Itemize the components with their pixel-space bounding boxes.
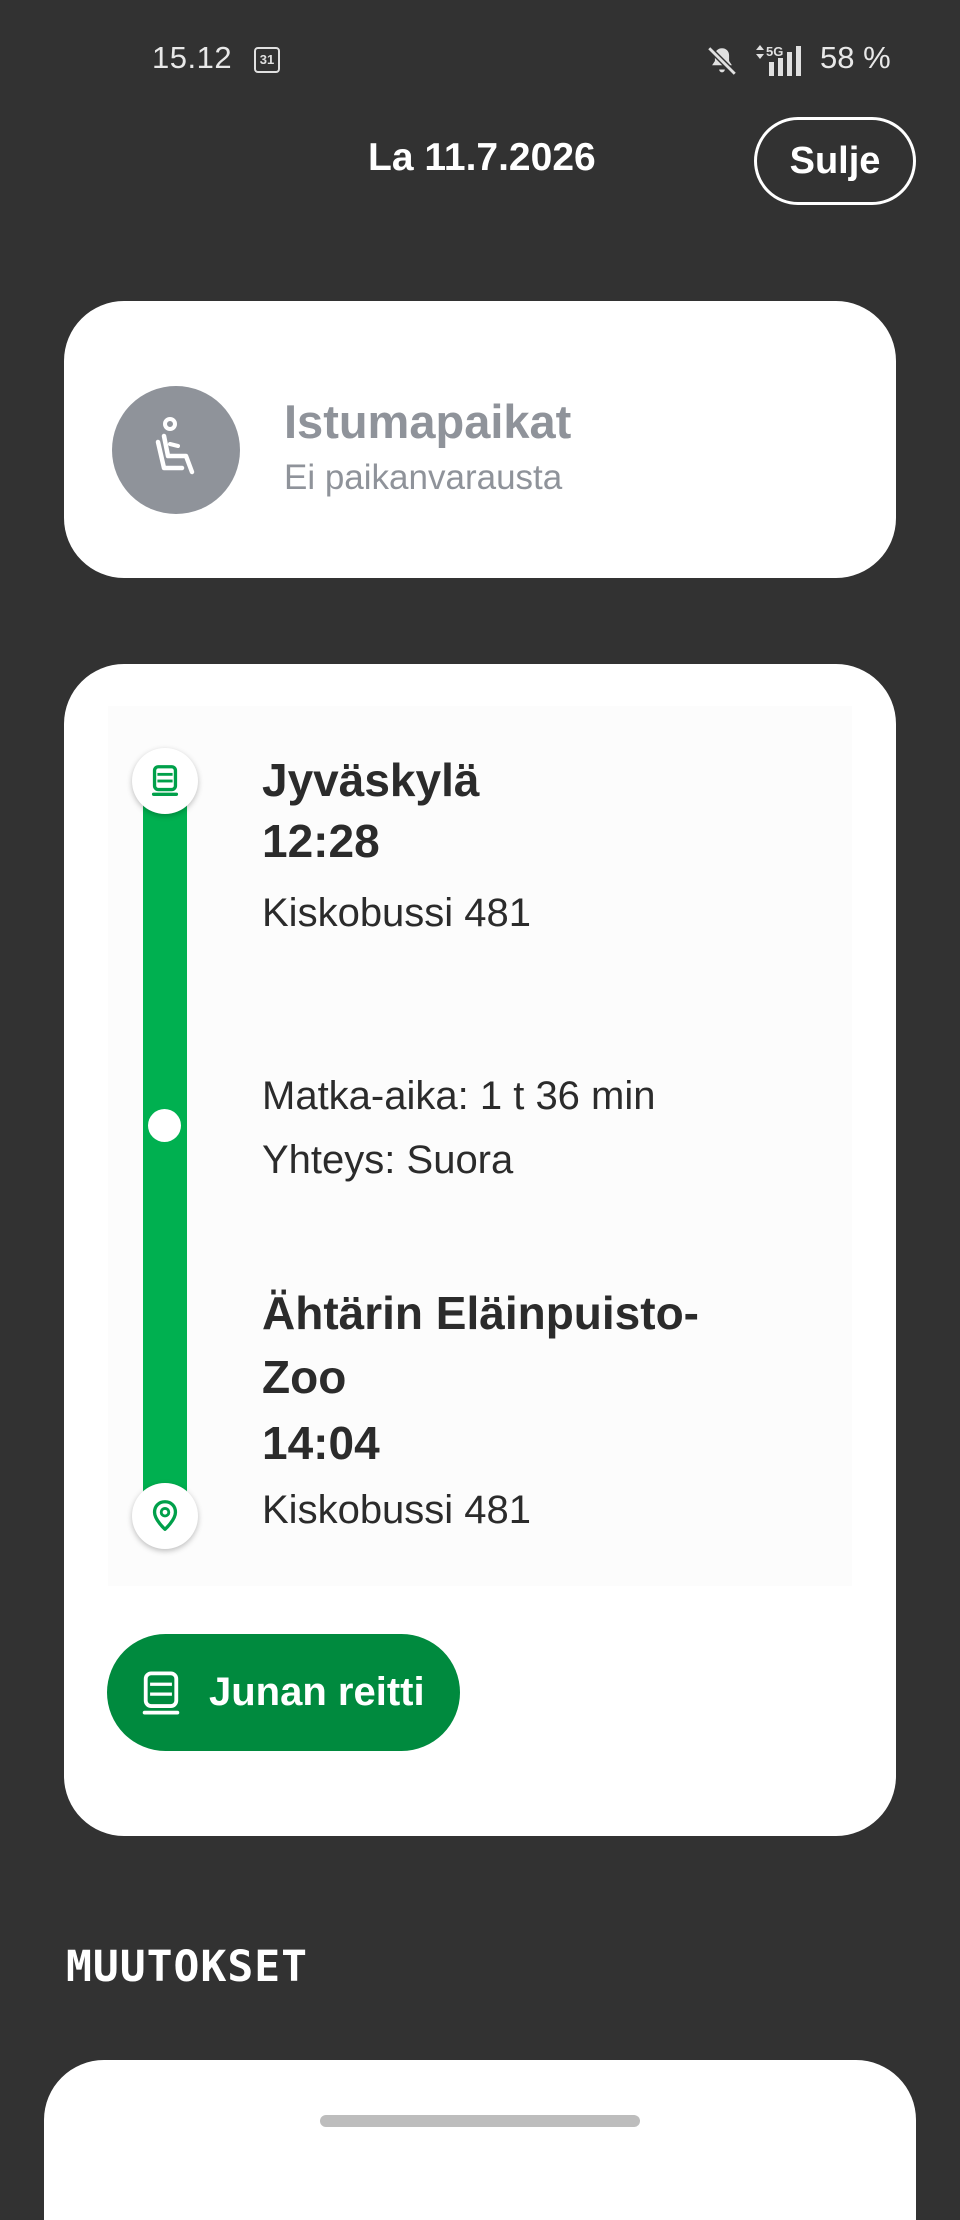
- home-indicator[interactable]: [320, 2115, 640, 2127]
- departure-node: [132, 748, 198, 814]
- seat-icon-circle: [112, 386, 240, 514]
- departure-time: 12:28: [262, 815, 380, 867]
- arrival-station-line2: Zoo: [262, 1351, 347, 1403]
- battery-level: 58 %: [820, 40, 891, 75]
- network-type-label: 5G: [766, 44, 783, 59]
- train-route-button-label: Junan reitti: [209, 1670, 425, 1714]
- page-title: La 11.7.2026: [368, 136, 596, 179]
- changes-card: [44, 2060, 916, 2220]
- close-button[interactable]: Sulje: [754, 117, 916, 205]
- journey-duration: Matka-aika: 1 t 36 min: [262, 1074, 656, 1118]
- notifications-muted-icon: [707, 46, 737, 76]
- departure-station: Jyväskylä: [262, 754, 480, 806]
- seat-subtitle: Ei paikanvarausta: [284, 458, 563, 497]
- signal-5g-icon: 5G: [756, 44, 801, 76]
- changes-heading: MUUTOKSET: [66, 1942, 308, 1992]
- arrival-train: Kiskobussi 481: [262, 1488, 532, 1532]
- seat-title: Istumapaikat: [284, 395, 572, 448]
- arrival-time: 14:04: [262, 1417, 380, 1469]
- departure-train: Kiskobussi 481: [262, 891, 532, 935]
- train-route-button[interactable]: Junan reitti: [107, 1634, 460, 1751]
- connection-type: Yhteys: Suora: [262, 1138, 514, 1182]
- train-icon: [151, 765, 179, 796]
- status-time: 15.12: [152, 40, 233, 75]
- seat-icon: [155, 417, 195, 475]
- arrival-node: [132, 1483, 198, 1549]
- location-pin-icon: [152, 1500, 178, 1531]
- arrival-station-line1: Ähtärin Eläinpuisto-: [262, 1287, 699, 1339]
- train-icon: [142, 1670, 180, 1715]
- calendar-icon: 31: [254, 47, 280, 73]
- route-midpoint-dot: [148, 1109, 181, 1142]
